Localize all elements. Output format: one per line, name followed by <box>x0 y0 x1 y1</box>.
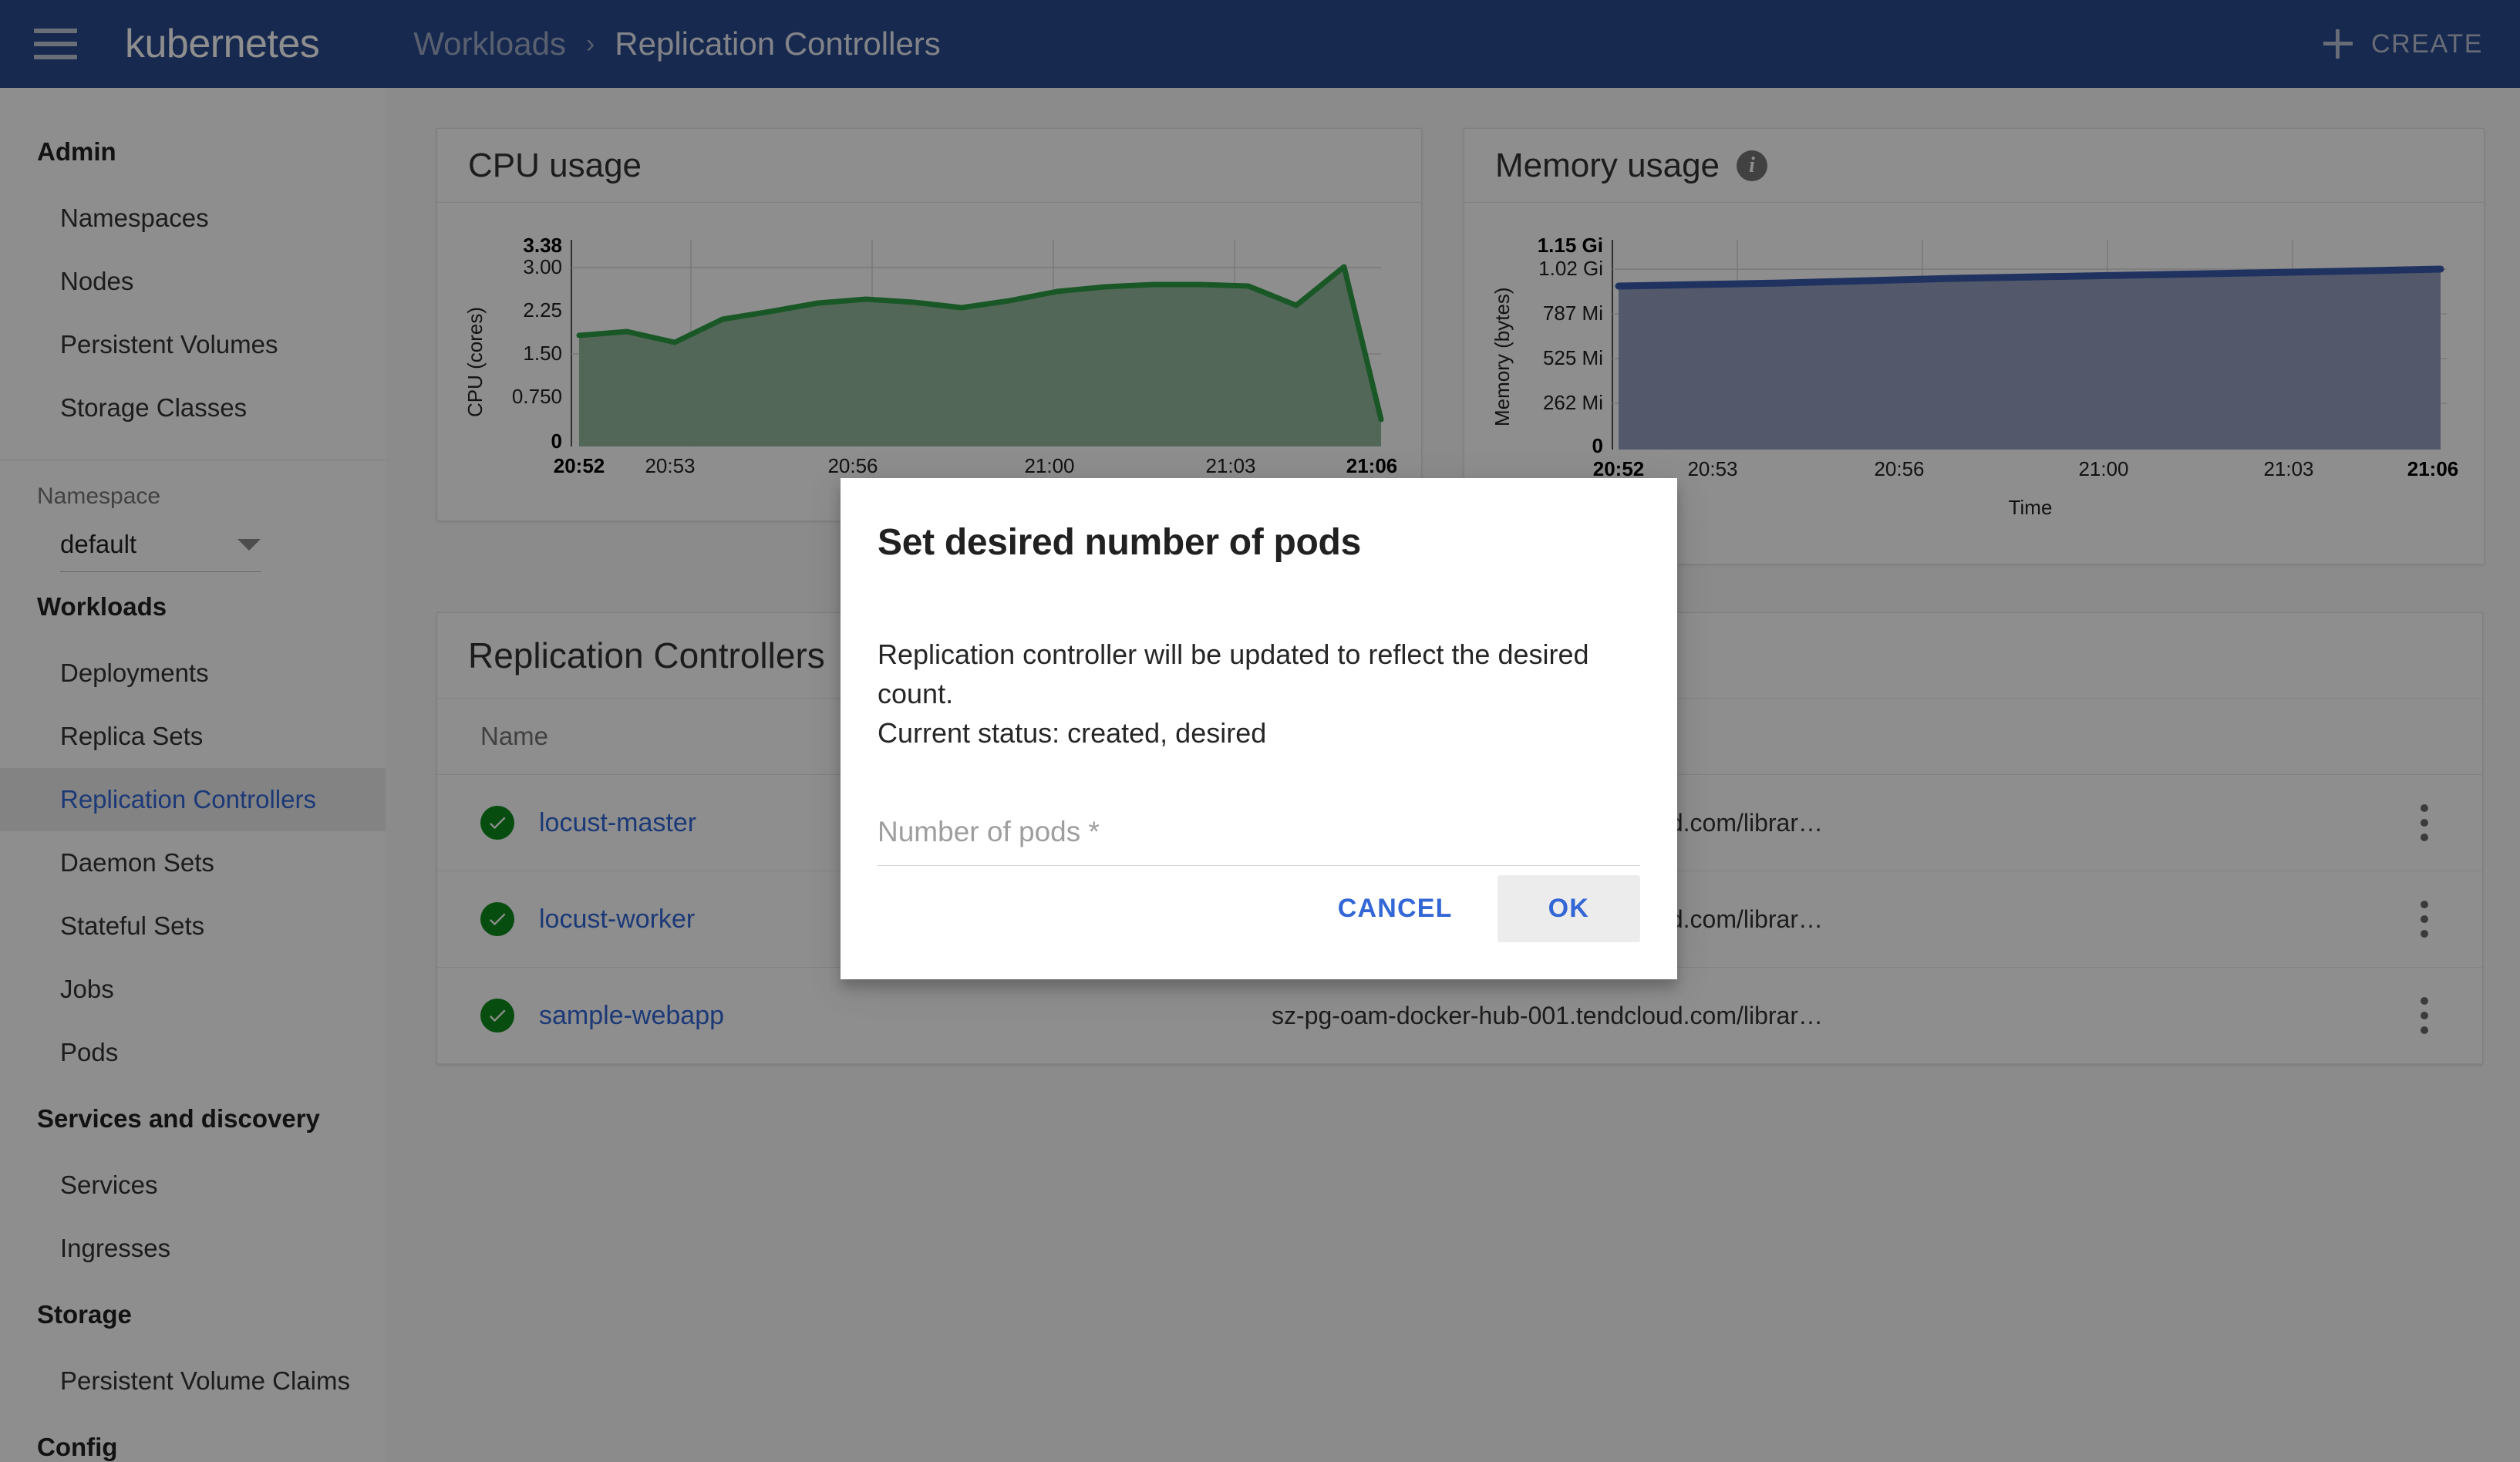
number-of-pods-input[interactable] <box>878 816 1640 849</box>
set-desired-pods-dialog: Set desired number of pods Replication c… <box>841 478 1677 979</box>
dialog-body: Replication controller will be updated t… <box>878 635 1640 753</box>
ok-button[interactable]: OK <box>1497 875 1640 942</box>
dialog-body-line-2: Current status: created, desired <box>878 717 1267 750</box>
dialog-title: Set desired number of pods <box>878 522 1361 563</box>
dialog-body-line-1: Replication controller will be updated t… <box>878 638 1589 710</box>
dialog-actions: CANCEL OK <box>878 875 1640 942</box>
app-root: kubernetes Workloads › Replication Contr… <box>0 0 2520 1462</box>
cancel-button[interactable]: CANCEL <box>1304 875 1487 942</box>
number-of-pods-field <box>878 816 1640 867</box>
